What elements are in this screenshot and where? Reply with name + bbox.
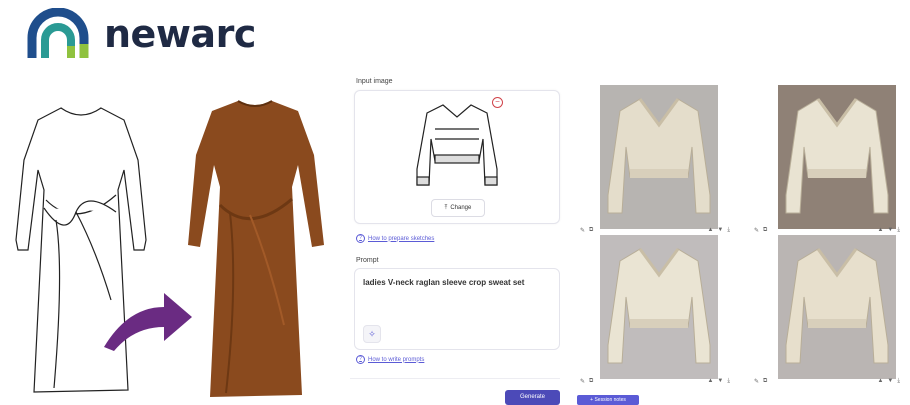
brush-icon[interactable]: ✎ (580, 227, 585, 234)
thumbs-up-icon[interactable]: ▲ (707, 227, 713, 234)
copy-icon[interactable]: ⧉ (589, 227, 593, 234)
help-icon: ? (356, 234, 365, 243)
prompt-input[interactable]: ladies V-neck raglan sleeve crop sweat s… (354, 268, 560, 350)
thumbs-down-icon[interactable]: ▼ (887, 227, 893, 234)
brush-icon[interactable]: ✎ (580, 378, 585, 385)
remove-image-icon[interactable]: − (492, 97, 503, 108)
sketch-help-link[interactable]: ? How to prepare sketches (356, 234, 434, 243)
download-icon[interactable]: ⤓ (897, 227, 900, 234)
download-icon[interactable]: ⤓ (727, 227, 730, 234)
sparkle-icon[interactable]: ✧ (363, 325, 381, 343)
sweater-body (607, 98, 711, 214)
copy-icon[interactable]: ⧉ (763, 378, 767, 385)
sweater-photo-image (785, 98, 889, 214)
thumbs-down-icon[interactable]: ▼ (717, 227, 723, 234)
help-icon: ? (356, 355, 365, 364)
sweater-body (607, 248, 711, 364)
sweater-hem (808, 169, 866, 178)
result-toolbar: ✎ ⧉ ▲ ▼ ⤓ (754, 377, 900, 385)
image-upload-box[interactable]: − ⤒ Change (354, 90, 560, 224)
thumbs-up-icon[interactable]: ▲ (877, 378, 883, 385)
sweater-photo-image (607, 98, 711, 214)
logo: newarc (26, 8, 256, 60)
sweater-hem (630, 169, 688, 178)
result-image[interactable] (600, 85, 718, 229)
brand-name: newarc (104, 12, 256, 56)
generate-button[interactable]: Generate (505, 390, 560, 405)
change-label: Change (450, 205, 472, 211)
copy-icon[interactable]: ⧉ (763, 227, 767, 234)
brush-icon[interactable]: ✎ (754, 378, 759, 385)
logo-arc-icon (27, 8, 89, 58)
thumbs-down-icon[interactable]: ▼ (717, 378, 723, 385)
result-toolbar: ✎ ⧉ ▲ ▼ ⤓ (580, 226, 730, 234)
thumbs-up-icon[interactable]: ▲ (877, 227, 883, 234)
session-notes-button[interactable]: + Session notes (577, 395, 639, 405)
dress-photo-image (188, 100, 324, 397)
result-toolbar: ✎ ⧉ ▲ ▼ ⤓ (754, 226, 900, 234)
result-toolbar: ✎ ⧉ ▲ ▼ ⤓ (580, 377, 730, 385)
prompt-text: ladies V-neck raglan sleeve crop sweat s… (363, 278, 525, 287)
thumbs-down-icon[interactable]: ▼ (887, 378, 893, 385)
prompt-help-text: How to write prompts (368, 356, 425, 363)
change-image-button[interactable]: ⤒ Change (431, 199, 485, 217)
result-image[interactable] (600, 235, 718, 379)
sweater-hem (808, 319, 866, 328)
input-image-label: Input image (356, 78, 393, 85)
upload-icon: ⤒ (444, 204, 448, 211)
download-icon[interactable]: ⤓ (897, 378, 900, 385)
download-icon[interactable]: ⤓ (727, 378, 730, 385)
sweater-sketch-image (416, 104, 498, 186)
sweater-body (785, 98, 889, 214)
sweater-photo-image (785, 248, 889, 364)
sweater-body (785, 248, 889, 364)
copy-icon[interactable]: ⧉ (589, 378, 593, 385)
result-image[interactable] (778, 85, 896, 229)
thumbs-up-icon[interactable]: ▲ (707, 378, 713, 385)
prompt-help-link[interactable]: ? How to write prompts (356, 355, 424, 364)
result-image[interactable] (778, 235, 896, 379)
sketch-help-text: How to prepare sketches (368, 235, 435, 242)
prompt-label: Prompt (356, 257, 379, 264)
brush-icon[interactable]: ✎ (754, 227, 759, 234)
sweater-hem (630, 319, 688, 328)
sweater-photo-image (607, 248, 711, 364)
divider (350, 378, 560, 379)
